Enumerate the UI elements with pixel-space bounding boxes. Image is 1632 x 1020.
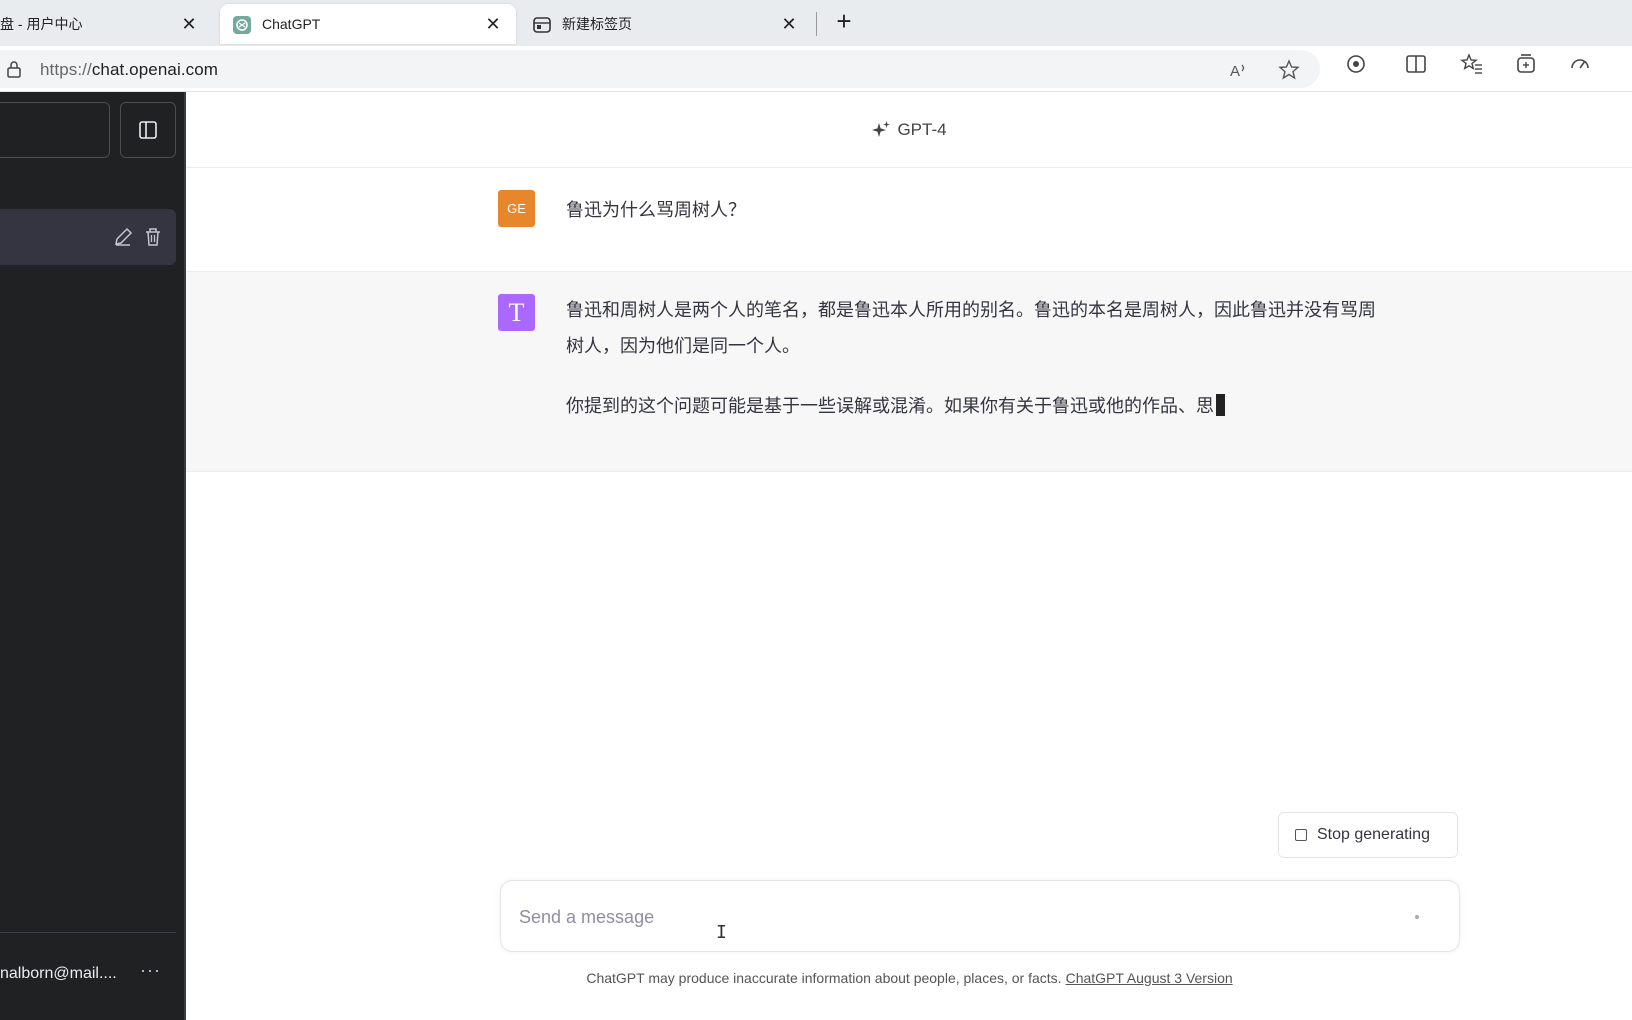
- sidebar-divider: [0, 932, 176, 933]
- user-message: GE 鲁迅为什么骂周树人？: [186, 168, 1632, 272]
- tab-user-center[interactable]: 盘 - 用户中心 ✕: [0, 4, 212, 44]
- user-avatar: GE: [498, 190, 535, 227]
- model-header: GPT-4: [186, 92, 1632, 168]
- close-tab-icon[interactable]: ✕: [780, 15, 798, 33]
- new-chat-button[interactable]: [0, 102, 110, 158]
- user-email[interactable]: nalborn@mail....: [0, 965, 117, 983]
- address-bar-row: https://chat.openai.com A: [0, 46, 1632, 92]
- sidebar: nalborn@mail.... ···: [0, 92, 186, 1020]
- close-tab-icon[interactable]: ✕: [484, 15, 502, 33]
- url-text[interactable]: https://chat.openai.com: [40, 60, 218, 80]
- tab-new-tab[interactable]: 新建标签页 ✕: [520, 4, 812, 44]
- tab-strip: 盘 - 用户中心 ✕ ChatGPT ✕ 新建标签页 ✕ +: [0, 0, 1632, 46]
- send-button[interactable]: [1415, 915, 1419, 919]
- close-tab-icon[interactable]: ✕: [180, 15, 198, 33]
- assistant-paragraph-streaming: 你提到的这个问题可能是基于一些误解或混淆。如果你有关于鲁迅或他的作品、思: [566, 388, 1225, 424]
- tab-divider: [816, 12, 817, 36]
- tab-chatgpt[interactable]: ChatGPT ✕: [220, 4, 516, 44]
- split-screen-icon[interactable]: [1404, 52, 1428, 76]
- stop-generating-label: Stop generating: [1317, 826, 1430, 843]
- tab-title: 新建标签页: [562, 16, 632, 32]
- edit-pencil-icon[interactable]: [112, 226, 134, 248]
- version-link[interactable]: ChatGPT August 3 Version: [1066, 970, 1233, 986]
- tab-title: ChatGPT: [262, 16, 321, 32]
- browser-window: 盘 - 用户中心 ✕ ChatGPT ✕ 新建标签页 ✕ + https://c…: [0, 0, 1632, 1020]
- new-tab-button[interactable]: +: [830, 8, 858, 36]
- new-tab-page-icon: [533, 17, 551, 33]
- message-input[interactable]: [519, 895, 1359, 939]
- lock-icon[interactable]: [6, 60, 22, 78]
- url-scheme: https://: [40, 60, 92, 79]
- address-bar[interactable]: https://chat.openai.com A: [0, 50, 1320, 88]
- stop-generating-button[interactable]: Stop generating: [1278, 812, 1458, 858]
- model-name: GPT-4: [897, 119, 947, 139]
- favorite-star-icon[interactable]: [1278, 59, 1300, 81]
- sparkle-icon: [872, 120, 891, 137]
- assistant-message: T 鲁迅和周树人是两个人的笔名，都是鲁迅本人所用的别名。鲁迅的本名是周树人，因此…: [186, 272, 1632, 472]
- footer-disclaimer: ChatGPT may produce inaccurate informati…: [186, 970, 1632, 986]
- tab-title: 盘 - 用户中心: [0, 16, 83, 32]
- disclaimer-text: ChatGPT may produce inaccurate informati…: [586, 970, 1062, 986]
- streaming-cursor: [1216, 394, 1225, 416]
- stop-square-icon: [1295, 829, 1307, 841]
- url-host: chat.openai.com: [91, 60, 219, 79]
- toggle-sidebar-button[interactable]: [120, 102, 176, 158]
- more-options-button[interactable]: ···: [140, 960, 161, 981]
- trash-icon[interactable]: [142, 226, 164, 248]
- svg-text:A: A: [1230, 63, 1240, 80]
- assistant-avatar: T: [498, 294, 535, 331]
- extensions-icon[interactable]: [1344, 52, 1368, 76]
- text-cursor-icon: I: [716, 922, 727, 943]
- performance-icon[interactable]: [1568, 52, 1592, 76]
- assistant-paragraph-text: 你提到的这个问题可能是基于一些误解或混淆。如果你有关于鲁迅或他的作品、思: [566, 396, 1214, 416]
- favorites-list-icon[interactable]: [1460, 52, 1484, 76]
- user-message-text: 鲁迅为什么骂周树人？: [566, 200, 746, 220]
- chat-main: GPT-4 GE 鲁迅为什么骂周树人？ T 鲁迅和周树人是两个人的笔名，都是鲁迅…: [186, 92, 1632, 1020]
- message-composer[interactable]: [500, 880, 1460, 952]
- read-aloud-icon[interactable]: A: [1228, 59, 1250, 81]
- sidebar-toggle-icon: [139, 121, 157, 139]
- sidebar-chat-item[interactable]: [0, 209, 176, 265]
- assistant-paragraph: 鲁迅和周树人是两个人的笔名，都是鲁迅本人所用的别名。鲁迅的本名是周树人，因此鲁迅…: [566, 300, 1376, 356]
- chatgpt-logo-icon: [233, 16, 251, 34]
- collections-icon[interactable]: [1514, 52, 1538, 76]
